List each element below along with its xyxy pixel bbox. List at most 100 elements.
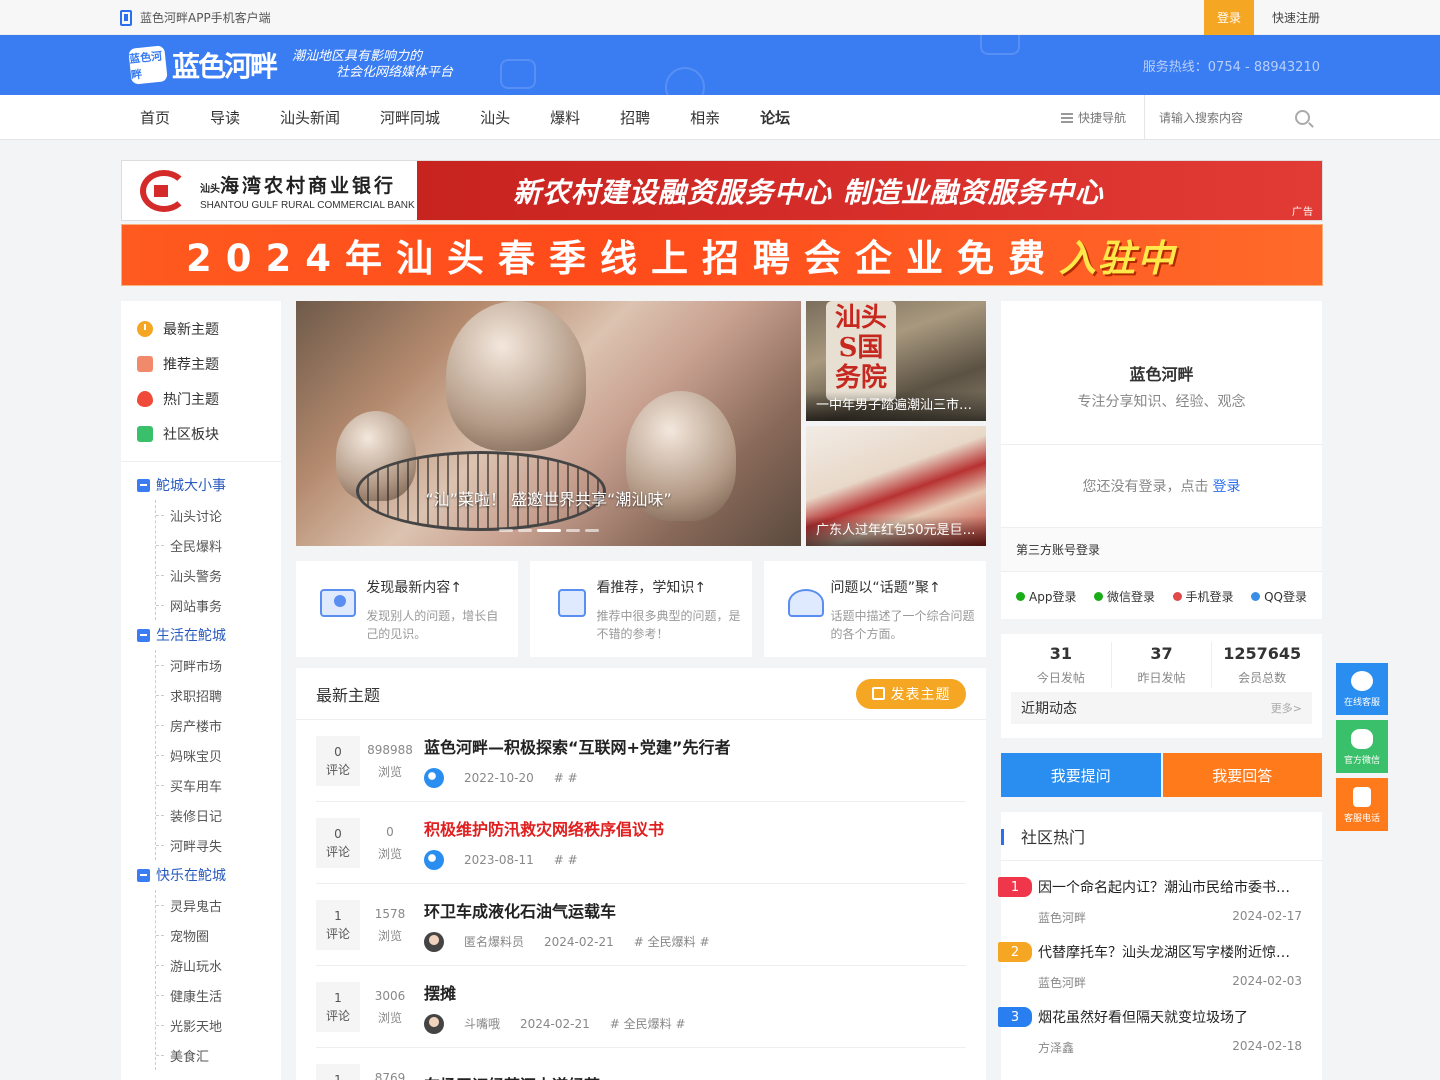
login-link[interactable]: 登录 xyxy=(1213,476,1241,496)
sidebar-subitem[interactable]: 全民爆料 xyxy=(156,530,281,560)
sidebar-subitem[interactable]: 健康生活 xyxy=(156,980,281,1010)
hot-item-title[interactable]: 代替摩托车？汕头龙湖区写字楼附近惊… xyxy=(1038,942,1302,962)
nav-item-tips[interactable]: 爆料 xyxy=(550,107,580,128)
sidebar-item-boards[interactable]: 社区板块 xyxy=(137,416,281,451)
nav-item-guide[interactable]: 导读 xyxy=(210,107,240,128)
topic-title[interactable]: 积极维护防汛救灾网络秩序倡议书 xyxy=(424,816,966,840)
collapse-icon[interactable] xyxy=(137,868,150,882)
third-party-login-link[interactable]: QQ登录 xyxy=(1251,588,1307,605)
sidebar-subitem[interactable]: 美食汇 xyxy=(156,1040,281,1070)
topic-row[interactable]: 1 评论 1578 浏览 环卫车成液化石油气运载车 匿名爆料员 2024-02-21 # 全民… xyxy=(316,884,966,966)
third-party-login-link[interactable]: 手机登录 xyxy=(1172,588,1234,605)
sidebar-item-recommended[interactable]: 推荐主题 xyxy=(137,346,281,381)
collapse-icon[interactable] xyxy=(137,478,150,492)
feature-card[interactable]: 发现最新内容↑ 发现别人的问题，增长自己的见识。 xyxy=(296,561,518,657)
search-input[interactable] xyxy=(1159,110,1289,125)
sidebar-subitem[interactable]: 游山玩水 xyxy=(156,950,281,980)
recruit-ad-banner[interactable]: 2024年汕头春季线上招聘会企业免费 入驻中 xyxy=(121,224,1323,286)
topic-title[interactable]: 车场无证经营还占道经营 xyxy=(424,1072,966,1080)
post-topic-button[interactable]: 发表主题 xyxy=(856,678,966,709)
hot-item-author[interactable]: 蓝色河畔 xyxy=(1038,974,1086,991)
nav-item-shantou[interactable]: 汕头 xyxy=(480,107,510,128)
topic-row[interactable]: 1评论 8769浏览 车场无证经营还占道经营 xyxy=(316,1048,966,1080)
topic-tag[interactable]: # 全民爆料 # xyxy=(634,933,710,950)
carousel-dot[interactable] xyxy=(498,529,513,532)
topic-tag[interactable]: # # xyxy=(554,853,578,867)
topic-row[interactable]: 1 评论 3006 浏览 摆摊 斗嘴哦 2024-02-21 # 全民爆料 # xyxy=(316,966,966,1048)
sidebar-item-latest[interactable]: 最新主题 xyxy=(137,311,281,346)
sidebar-subitem[interactable]: 灵异鬼古 xyxy=(156,890,281,920)
avatar[interactable] xyxy=(424,849,444,870)
recent-activity[interactable]: 近期动态 更多> xyxy=(1011,692,1312,724)
app-download-link[interactable]: 蓝色河畔APP手机客户端 xyxy=(120,9,271,26)
bank-ad-banner[interactable]: 汕头海湾农村商业银行 SHANTOU GULF RURAL COMMERCIAL… xyxy=(121,160,1323,221)
quick-nav-button[interactable]: 快捷导航 xyxy=(1060,95,1145,140)
topic-title[interactable]: 环卫车成液化石油气运载车 xyxy=(424,898,966,922)
topic-author[interactable]: 匿名爆料员 xyxy=(464,933,524,950)
login-prompt: 您还没有登录，点击 登录 xyxy=(1001,445,1322,527)
sidebar-group-head[interactable]: 快乐在鮀城 xyxy=(121,860,281,890)
hot-item-title[interactable]: 烟花虽然好看但隔天就变垃圾场了 xyxy=(1038,1007,1302,1027)
news-thumb[interactable]: 广东人过年红包50元是巨… xyxy=(806,426,986,546)
sidebar-subitem[interactable]: 河畔寻失 xyxy=(156,830,281,860)
hot-item[interactable]: 3 烟花虽然好看但隔天就变垃圾场了 方泽鑫 2024-02-18 xyxy=(998,991,1322,1056)
hot-item[interactable]: 2 代替摩托车？汕头龙湖区写字楼附近惊… 蓝色河畔 2024-02-03 xyxy=(998,926,1322,991)
topic-title[interactable]: 摆摊 xyxy=(424,980,966,1004)
search-icon[interactable] xyxy=(1295,110,1310,125)
official-wechat-button[interactable]: 官方微信 xyxy=(1336,720,1388,773)
topic-row[interactable]: 0 评论 898988 浏览 蓝色河畔—积极探索“互联网+党建”先行者 2022-10-2… xyxy=(316,720,966,802)
sidebar-subitem[interactable]: 宠物圈 xyxy=(156,920,281,950)
topic-row[interactable]: 0 评论 0 浏览 积极维护防汛救灾网络秩序倡议书 2023-08-11 # # xyxy=(316,802,966,884)
sidebar-subitem[interactable]: 汕头警务 xyxy=(156,560,281,590)
nav-item-home[interactable]: 首页 xyxy=(140,107,170,128)
avatar[interactable] xyxy=(424,767,444,788)
sidebar-subitem[interactable]: 网站事务 xyxy=(156,590,281,620)
hot-item-author[interactable]: 蓝色河畔 xyxy=(1038,909,1086,926)
avatar[interactable] xyxy=(424,931,444,952)
nav-item-forum[interactable]: 论坛 xyxy=(760,107,790,128)
hot-item[interactable]: 1 因一个命名起内讧？潮汕市民给市委书… 蓝色河畔 2024-02-17 xyxy=(998,861,1322,926)
sidebar-subitem[interactable]: 求职招聘 xyxy=(156,680,281,710)
news-thumb[interactable]: 汕头S国务院 一中年男子踏遍潮汕三市… xyxy=(806,301,986,421)
sidebar-subitem[interactable]: 汕头讨论 xyxy=(156,500,281,530)
topic-title[interactable]: 蓝色河畔—积极探索“互联网+党建”先行者 xyxy=(424,734,966,758)
topic-tag[interactable]: # # xyxy=(554,771,578,785)
answer-question-button[interactable]: 我要回答 xyxy=(1162,753,1322,797)
register-button[interactable]: 快速注册 xyxy=(1254,0,1320,35)
nav-item-jobs[interactable]: 招聘 xyxy=(620,107,650,128)
sidebar-subitem[interactable]: 装修日记 xyxy=(156,800,281,830)
online-service-button[interactable]: 在线客服 xyxy=(1336,663,1388,715)
sidebar-subitem[interactable]: 房产楼市 xyxy=(156,710,281,740)
third-party-login-link[interactable]: App登录 xyxy=(1016,588,1076,605)
ask-question-button[interactable]: 我要提问 xyxy=(1001,753,1161,797)
nav-item-dating[interactable]: 相亲 xyxy=(690,107,720,128)
carousel-dot-active[interactable] xyxy=(536,529,561,532)
feature-card[interactable]: 问题以“话题”聚↑ 话题中描述了一个综合问题的各个方面。 xyxy=(764,561,986,657)
carousel-dot[interactable] xyxy=(565,529,580,532)
more-link[interactable]: 更多> xyxy=(1271,700,1302,716)
collapse-icon[interactable] xyxy=(137,628,150,642)
hot-item-title[interactable]: 因一个命名起内讧？潮汕市民给市委书… xyxy=(1038,877,1302,897)
clock-icon xyxy=(137,320,153,337)
nav-item-shantou-news[interactable]: 汕头新闻 xyxy=(280,107,340,128)
featured-carousel[interactable]: “汕”菜啦！ 盛邀世界共享“潮汕味” xyxy=(296,301,801,546)
service-phone-button[interactable]: 客服电话 xyxy=(1336,778,1388,831)
hot-item-author[interactable]: 方泽鑫 xyxy=(1038,1039,1074,1056)
site-logo[interactable]: 蓝色河畔 蓝色河畔 潮汕地区具有影响力的 社会化网络媒体平台 xyxy=(120,45,453,85)
nav-item-local[interactable]: 河畔同城 xyxy=(380,107,440,128)
carousel-dot[interactable] xyxy=(584,529,599,532)
sidebar-subitem[interactable]: 光影天地 xyxy=(156,1010,281,1040)
carousel-dot[interactable] xyxy=(517,529,532,532)
avatar[interactable] xyxy=(424,1013,444,1034)
feature-card[interactable]: 看推荐，学知识↑ 推荐中很多典型的问题，是不错的参考！ xyxy=(530,561,752,657)
login-button[interactable]: 登录 xyxy=(1203,0,1254,35)
sidebar-item-hot[interactable]: 热门主题 xyxy=(137,381,281,416)
third-party-login-link[interactable]: 微信登录 xyxy=(1093,588,1155,605)
topic-tag[interactable]: # 全民爆料 # xyxy=(610,1015,686,1032)
sidebar-subitem[interactable]: 妈咪宝贝 xyxy=(156,740,281,770)
sidebar-group-head[interactable]: 鮀城大小事 xyxy=(121,470,281,500)
sidebar-subitem[interactable]: 河畔市场 xyxy=(156,650,281,680)
sidebar-group-head[interactable]: 生活在鮀城 xyxy=(121,620,281,650)
sidebar-subitem[interactable]: 买车用车 xyxy=(156,770,281,800)
topic-author[interactable]: 斗嘴哦 xyxy=(464,1015,500,1032)
